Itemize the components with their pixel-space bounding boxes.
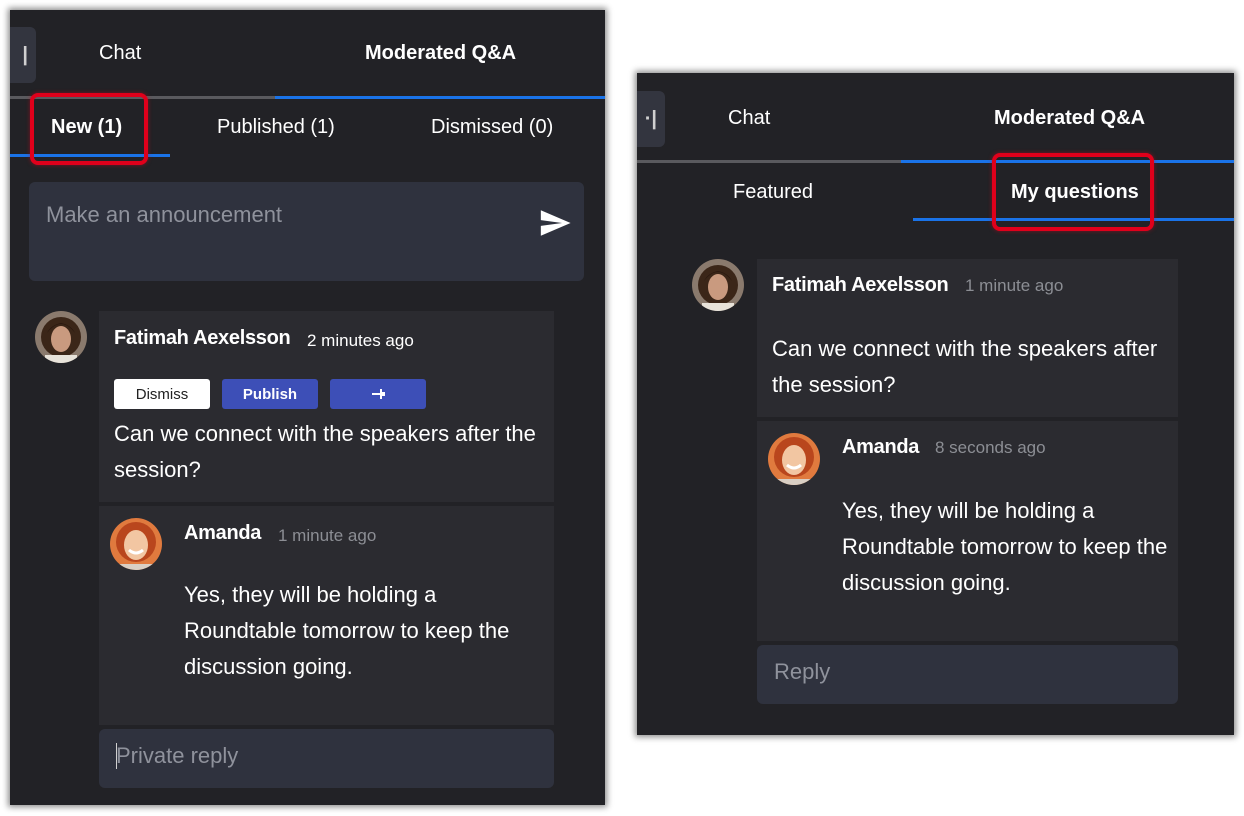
- tab-moderated-qa[interactable]: Moderated Q&A: [994, 107, 1145, 130]
- reply-placeholder: Reply: [774, 659, 831, 684]
- tab-active-indicator: [275, 96, 605, 99]
- announcement-placeholder: Make an announcement: [46, 202, 283, 227]
- avatar-fatimah: [35, 311, 87, 363]
- question-text: Can we connect with the speakers after t…: [114, 421, 536, 482]
- tab-chat[interactable]: Chat: [728, 107, 770, 130]
- reply-text: Yes, they will be holding a Roundtable t…: [842, 498, 1168, 595]
- reply-card: Amanda 8 seconds ago Yes, they will be h…: [757, 421, 1178, 641]
- question-time: 1 minute ago: [965, 276, 1064, 295]
- tab-divider: [637, 160, 901, 163]
- reply-time: 1 minute ago: [278, 526, 377, 545]
- text-caret: [116, 743, 117, 769]
- collapse-toggle-icon[interactable]: |: [10, 27, 36, 83]
- avatar-amanda: [110, 518, 162, 570]
- question-author: Fatimah Aexelsson: [772, 274, 949, 296]
- question-author: Fatimah Aexelsson: [114, 327, 291, 349]
- attendee-qa-panel: ·| Chat Moderated Q&A Featured My questi…: [637, 73, 1234, 735]
- pin-button[interactable]: [330, 379, 426, 409]
- private-reply-input[interactable]: Private reply: [99, 729, 554, 788]
- publish-button[interactable]: Publish: [222, 379, 318, 409]
- moderator-qa-panel: | Chat Moderated Q&A New (1) Published (…: [10, 10, 605, 805]
- reply-text: Yes, they will be holding a Roundtable t…: [184, 582, 510, 679]
- pin-icon: [372, 389, 385, 399]
- tab-moderated-qa[interactable]: Moderated Q&A: [365, 42, 516, 65]
- announcement-input[interactable]: Make an announcement: [29, 182, 584, 281]
- private-reply-placeholder: Private reply: [116, 743, 239, 768]
- question-text: Can we connect with the speakers after t…: [772, 336, 1158, 397]
- question-time: 2 minutes ago: [307, 331, 414, 350]
- dismiss-button[interactable]: Dismiss: [114, 379, 210, 409]
- reply-author: Amanda: [184, 522, 262, 544]
- highlight-new-tab: [30, 93, 148, 165]
- question-card: Fatimah Aexelsson 2 minutes ago Dismiss …: [99, 311, 554, 502]
- reply-input[interactable]: Reply: [757, 645, 1178, 704]
- reply-author: Amanda: [842, 436, 920, 458]
- highlight-my-questions-tab: [992, 153, 1154, 231]
- question-card: Fatimah Aexelsson 1 minute ago Can we co…: [757, 259, 1178, 417]
- subtab-featured[interactable]: Featured: [733, 181, 813, 204]
- subtab-dismissed[interactable]: Dismissed (0): [431, 116, 553, 139]
- avatar-amanda: [768, 433, 820, 485]
- send-icon[interactable]: [538, 206, 572, 240]
- avatar-fatimah: [692, 259, 744, 311]
- tab-chat[interactable]: Chat: [99, 42, 141, 65]
- subtab-published[interactable]: Published (1): [217, 116, 335, 139]
- reply-card: Amanda 1 minute ago Yes, they will be ho…: [99, 506, 554, 725]
- reply-time: 8 seconds ago: [935, 438, 1046, 457]
- collapse-toggle-icon[interactable]: ·|: [637, 91, 665, 147]
